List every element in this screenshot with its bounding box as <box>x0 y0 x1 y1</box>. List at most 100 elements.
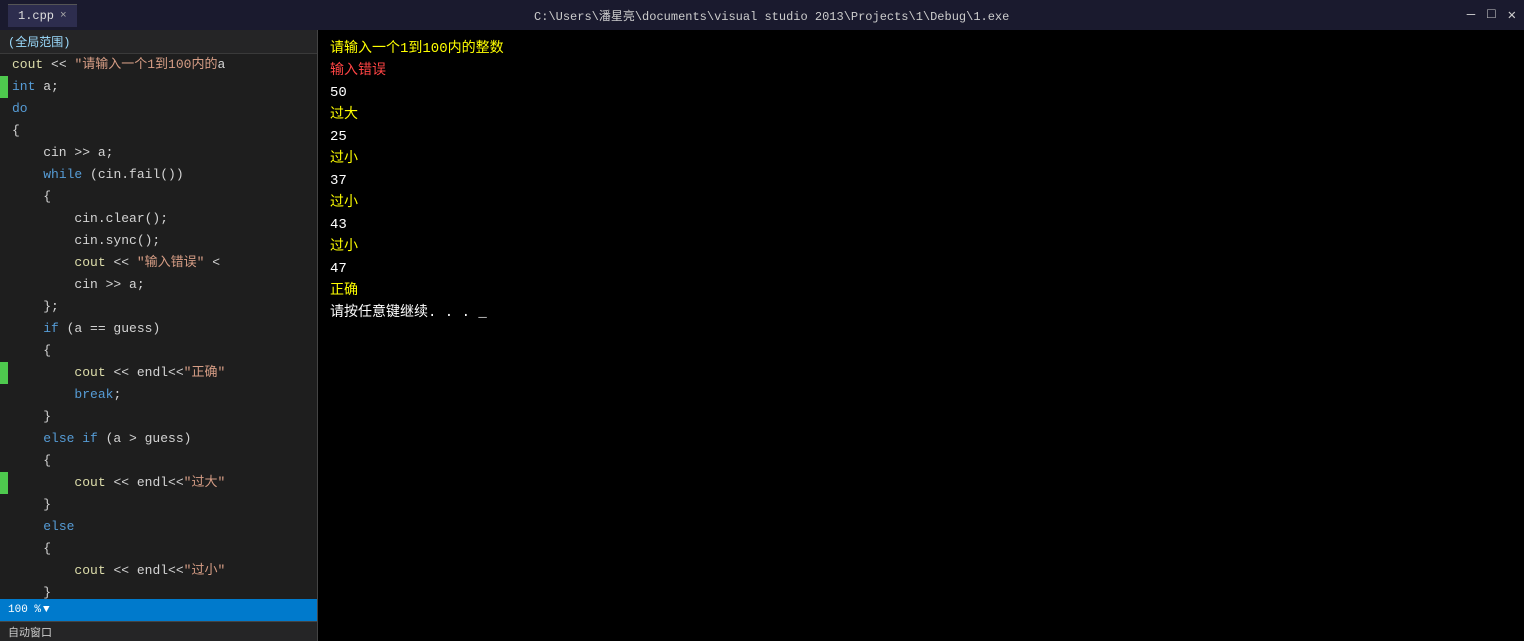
code-line: do <box>0 98 317 120</box>
line-indicator <box>0 472 8 494</box>
line-code: break; <box>8 384 317 406</box>
line-code: do <box>8 98 317 120</box>
line-indicator <box>0 164 8 186</box>
console-line: 过小 <box>330 236 1512 258</box>
line-code: { <box>8 340 317 362</box>
line-code: { <box>8 120 317 142</box>
line-code: cout << endl<<"正确" <box>8 362 317 384</box>
line-indicator <box>0 340 8 362</box>
file-tab[interactable]: 1.cpp × <box>8 4 77 27</box>
restore-button[interactable]: □ <box>1487 7 1495 24</box>
line-code: else <box>8 516 317 538</box>
console-line: 请按任意键继续. . . _ <box>330 302 1512 324</box>
close-button[interactable]: ✕ <box>1508 7 1516 24</box>
code-line: { <box>0 186 317 208</box>
code-line: cin.clear(); <box>0 208 317 230</box>
line-code: cin >> a; <box>8 142 317 164</box>
line-indicator <box>0 230 8 252</box>
code-line: cout << endl<<"过大" <box>0 472 317 494</box>
status-bar: 100 % ▼ <box>0 599 317 621</box>
console-line: 43 <box>330 214 1512 236</box>
code-line: cin >> a; <box>0 274 317 296</box>
line-indicator <box>0 428 8 450</box>
console-line: 50 <box>330 82 1512 104</box>
line-code: cout << endl<<"过大" <box>8 472 317 494</box>
zoom-control[interactable]: 100 % ▼ <box>8 604 50 616</box>
window-label: 自动窗口 <box>8 624 52 640</box>
console-line: 输入错误 <box>330 60 1512 82</box>
tab-area: 1.cpp × <box>8 4 77 27</box>
line-code: { <box>8 538 317 560</box>
line-indicator <box>0 450 8 472</box>
console-line: 47 <box>330 258 1512 280</box>
scope-bar: (全局范围) <box>0 30 317 54</box>
code-line: } <box>0 406 317 428</box>
code-line: }; <box>0 296 317 318</box>
code-line: while (cin.fail()) <box>0 164 317 186</box>
code-line: { <box>0 538 317 560</box>
code-line: else if (a > guess) <box>0 428 317 450</box>
code-line: cin >> a; <box>0 142 317 164</box>
line-code: { <box>8 450 317 472</box>
zoom-arrow[interactable]: ▼ <box>43 604 50 616</box>
code-lines: cout << "请输入一个1到100内的a int a; do { <box>0 54 317 599</box>
main-content: (全局范围) cout << "请输入一个1到100内的a int a; do <box>0 30 1524 641</box>
code-line: else <box>0 516 317 538</box>
line-code: cout << "输入错误" < <box>8 252 317 274</box>
line-code: }; <box>8 296 317 318</box>
line-indicator <box>0 186 8 208</box>
line-indicator <box>0 208 8 230</box>
code-line: { <box>0 450 317 472</box>
code-content[interactable]: cout << "请输入一个1到100内的a int a; do { <box>0 54 317 599</box>
code-line: } <box>0 494 317 516</box>
console-line: 请输入一个1到100内的整数 <box>330 38 1512 60</box>
code-line: int a; <box>0 76 317 98</box>
console-line: 37 <box>330 170 1512 192</box>
line-indicator <box>0 538 8 560</box>
line-code: while (cin.fail()) <box>8 164 317 186</box>
line-indicator <box>0 318 8 340</box>
window-controls: — □ ✕ <box>1467 7 1516 24</box>
line-indicator <box>0 560 8 582</box>
line-indicator <box>0 362 8 384</box>
line-code: cin.clear(); <box>8 208 317 230</box>
line-code: cout << "请输入一个1到100内的a <box>8 54 317 76</box>
line-indicator <box>0 384 8 406</box>
console-panel: 请输入一个1到100内的整数 输入错误 50 过大 25 过小 37 过小 43… <box>318 30 1524 641</box>
line-code: int a; <box>8 76 317 98</box>
line-indicator <box>0 406 8 428</box>
line-code: cin.sync(); <box>8 230 317 252</box>
line-indicator <box>0 142 8 164</box>
line-code: { <box>8 186 317 208</box>
code-line: } <box>0 582 317 599</box>
line-indicator <box>0 516 8 538</box>
code-line: { <box>0 120 317 142</box>
bottom-label: 自动窗口 <box>0 621 317 641</box>
tab-close-button[interactable]: × <box>60 10 67 22</box>
line-code: } <box>8 494 317 516</box>
line-indicator <box>0 274 8 296</box>
console-line: 25 <box>330 126 1512 148</box>
line-code: if (a == guess) <box>8 318 317 340</box>
line-code: cout << endl<<"过小" <box>8 560 317 582</box>
line-code: cin >> a; <box>8 274 317 296</box>
code-line: cout << "输入错误" < <box>0 252 317 274</box>
zoom-value: 100 % <box>8 604 41 616</box>
console-line: 正确 <box>330 280 1512 302</box>
console-line: 过小 <box>330 148 1512 170</box>
line-indicator <box>0 582 8 599</box>
code-line: { <box>0 340 317 362</box>
tab-label: 1.cpp <box>18 9 54 23</box>
line-indicator <box>0 98 8 120</box>
code-line: cin.sync(); <box>0 230 317 252</box>
line-indicator <box>0 54 8 76</box>
line-code: else if (a > guess) <box>8 428 317 450</box>
minimize-button[interactable]: — <box>1467 7 1475 24</box>
code-line: cout << endl<<"正确" <box>0 362 317 384</box>
line-code: } <box>8 582 317 599</box>
code-line: cout << "请输入一个1到100内的a <box>0 54 317 76</box>
code-line: break; <box>0 384 317 406</box>
line-indicator <box>0 296 8 318</box>
window-title: C:\Users\潘星亮\documents\visual studio 201… <box>77 7 1467 24</box>
line-code: } <box>8 406 317 428</box>
